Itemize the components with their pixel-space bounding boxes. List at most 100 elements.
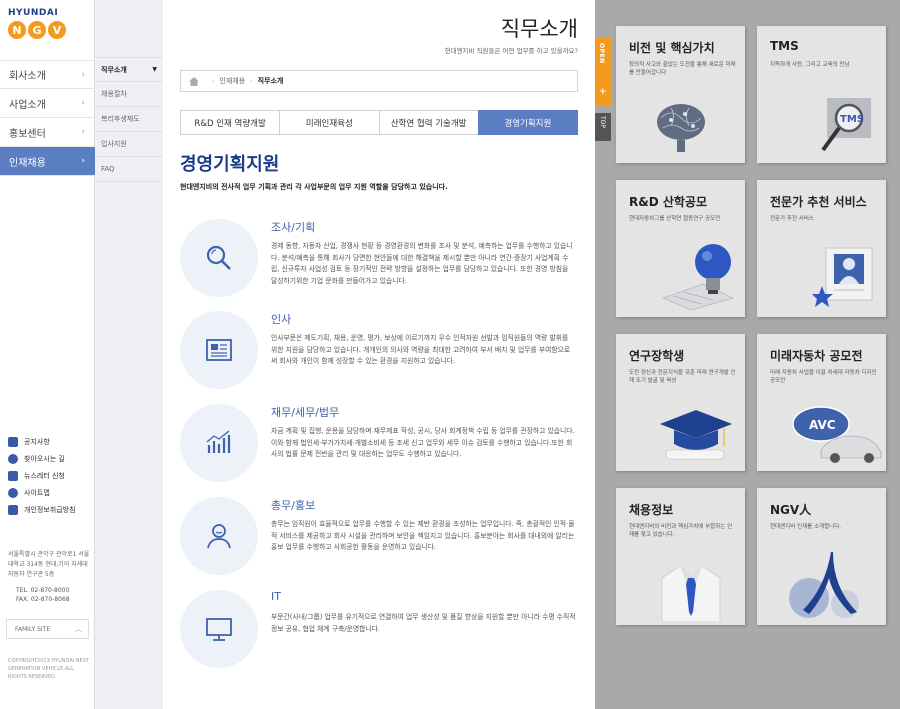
main-nav-item-recruit[interactable]: 인재채용 › <box>0 147 95 176</box>
main-nav-label: 인재채용 <box>9 157 46 169</box>
card-description: 도전 정신과 전문지식을 갖춘 미래 연구개발 인재 조기 발굴 및 육성 <box>629 370 736 384</box>
tab-management[interactable]: 경영기획지원 <box>477 110 578 135</box>
logo-letter: V <box>48 21 66 39</box>
duty-description: 총무는 임직원이 효율적으로 업무를 수행할 수 있는 제반 환경을 조성하는 … <box>271 520 575 551</box>
card-title: NGV人 <box>770 503 812 517</box>
card-title: TMS <box>770 39 799 53</box>
main-nav-item-company[interactable]: 회사소개 › <box>0 60 95 89</box>
sub-nav: 직무소개 ▼ 채용절차 복리후생제도 입사지원 FAQ <box>95 0 163 709</box>
breadcrumb-item[interactable]: 인재채용 <box>219 76 245 86</box>
duty-icon-circle <box>180 404 258 482</box>
card-recruit-info[interactable]: 채용정보 현대엔지비의 비전과 핵심가치에 부합하는 인재를 찾고 있습니다. <box>616 488 745 625</box>
tms-magnifier-icon: TMS <box>821 98 871 152</box>
tab-industry-academic[interactable]: 산학연 협력 기술개발 <box>378 110 478 135</box>
card-scholarship[interactable]: 연구장학생 도전 정신과 전문지식을 갖춘 미래 연구개발 인재 조기 발굴 및… <box>616 334 745 471</box>
card-description: 현대자동차그룹 산학연 협동연구 공모전 <box>629 216 721 222</box>
chevron-right-icon: › <box>81 98 85 108</box>
duty-description: 인사부문은 제도기획, 채용, 운영, 평가, 보상에 이르기까지 우수 인적자… <box>271 334 571 365</box>
quick-links: 공지사항 찾아오시는 길 뉴스레터 신청 사이트맵 개인정보취급방침 <box>8 433 90 518</box>
sitemap-icon <box>8 487 18 498</box>
card-tms[interactable]: TMS 지독하게 사랑, 그리고 교육의 만남 TMS <box>757 26 886 163</box>
logo-ngv: N G V <box>8 21 88 39</box>
tab-future-talent[interactable]: 미래인재육성 <box>279 110 379 135</box>
sub-nav-label: 복리후생제도 <box>101 115 140 123</box>
tel: TEL. 02-870-8000 <box>16 587 70 594</box>
quick-link-directions[interactable]: 찾아오시는 길 <box>8 450 90 467</box>
shirt-tie-icon <box>661 565 721 622</box>
sub-nav-item-process[interactable]: 채용절차 <box>95 82 163 107</box>
home-icon[interactable] <box>189 76 199 86</box>
breadcrumb-separator: › <box>212 77 215 85</box>
chart-icon <box>206 430 231 453</box>
logo-letter: N <box>8 21 26 39</box>
card-title: 비전 및 핵심가치 <box>629 41 715 55</box>
card-description: 현대엔지비의 비전과 핵심가치에 부합하는 인재를 찾고 있습니다. <box>629 524 733 538</box>
document-icon <box>8 504 18 515</box>
duty-item-hr: 인사 인사부문은 제도기획, 채용, 운영, 평가, 보상에 이르기까지 우수 … <box>180 311 580 401</box>
card-description: 현대엔지비 인재를 소개합니다. <box>770 524 842 530</box>
card-title: R&D 산학공모 <box>629 195 708 209</box>
family-site-select[interactable]: FAMILY SITE ︿ <box>6 619 89 639</box>
chevron-right-icon: › <box>81 156 85 166</box>
sub-nav-item-faq[interactable]: FAQ <box>95 157 163 182</box>
quick-link-sitemap[interactable]: 사이트맵 <box>8 484 90 501</box>
open-label: OPEN <box>598 43 605 64</box>
calendar-icon <box>8 436 18 447</box>
card-rnd-contest[interactable]: R&D 산학공모 현대자동차그룹 산학연 협동연구 공모전 <box>616 180 745 317</box>
svg-text:TMS: TMS <box>840 114 864 125</box>
family-site-label: FAMILY SITE <box>15 625 51 633</box>
tab-rnd[interactable]: R&D 인재 역량개발 <box>180 110 280 135</box>
card-description: 미래 자동차 사업을 이끌 차세대 자동차 디자인 공모전 <box>770 370 877 384</box>
copyright: COPYRIGHT2013 HYUNDAI NEXT GENERATION VE… <box>8 658 90 680</box>
top-label: TOP <box>599 116 606 129</box>
sub-nav-label: FAQ <box>101 165 115 173</box>
main-nav-item-pr[interactable]: 홍보센터 › <box>0 118 95 147</box>
sub-nav-label: 채용절차 <box>101 90 127 98</box>
sub-nav-item-job-intro[interactable]: 직무소개 ▼ <box>95 57 163 82</box>
page-title: 직무소개 <box>500 17 578 41</box>
breadcrumb: › 인재채용 › 직무소개 <box>180 70 578 92</box>
chevron-up-icon: ︿ <box>75 625 82 633</box>
quick-link-label: 뉴스레터 신청 <box>24 471 65 480</box>
card-ngv-people[interactable]: NGV人 현대엔지비 인재를 소개합니다. <box>757 488 886 625</box>
card-description: 지독하게 사랑, 그리고 교육의 만남 <box>770 62 850 68</box>
duty-title: 재무/세무/법무 <box>271 406 340 419</box>
monitor-icon <box>206 618 232 641</box>
duty-title: IT <box>271 590 281 603</box>
main-nav-label: 회사소개 <box>9 71 46 82</box>
open-panel-button[interactable]: OPEN + <box>595 37 611 105</box>
main-nav: 회사소개 › 사업소개 › 홍보센터 › 인재채용 › <box>0 60 95 176</box>
left-sidebar: HYUNDAI N G V 회사소개 › 사업소개 › 홍보센터 › 인재채용 … <box>0 0 95 709</box>
card-description: 전문가 추천 서비스 <box>770 216 814 222</box>
sub-nav-item-apply[interactable]: 입사지원 <box>95 132 163 157</box>
quick-link-newsletter[interactable]: 뉴스레터 신청 <box>8 467 90 484</box>
contact-info: TEL. 02-870-8000 FAX. 02-870-8068 <box>16 586 70 604</box>
card-future-car-contest[interactable]: 미래자동차 공모전 미래 자동차 사업을 이끌 차세대 자동차 디자인 공모전 … <box>757 334 886 471</box>
breadcrumb-separator: › <box>250 77 253 85</box>
card-title: 연구장학생 <box>629 349 685 363</box>
section-title: 경영기획지원 <box>180 154 280 175</box>
tab-bar: R&D 인재 역량개발 미래인재육성 산학연 협력 기술개발 경영기획지원 <box>180 110 578 135</box>
breadcrumb-current: 직무소개 <box>257 77 284 85</box>
duty-title: 총무/홍보 <box>271 499 316 512</box>
quick-link-privacy[interactable]: 개인정보취급방침 <box>8 501 90 518</box>
card-title: 채용정보 <box>629 503 674 517</box>
duty-icon-circle <box>180 497 258 575</box>
sub-nav-item-welfare[interactable]: 복리후생제도 <box>95 107 163 132</box>
duty-description: 경제 동향, 자동차 산업, 경쟁사 현황 등 경영환경의 변화를 조사 및 분… <box>271 242 573 285</box>
card-expert-recommend[interactable]: 전문가 추천 서비스 전문가 추천 서비스 <box>757 180 886 317</box>
logo[interactable]: HYUNDAI N G V <box>8 8 88 50</box>
avc-badge: AVC <box>809 418 836 432</box>
main-nav-item-business[interactable]: 사업소개 › <box>0 89 95 118</box>
quick-link-label: 공지사항 <box>24 437 50 446</box>
magnifier-icon <box>206 245 231 270</box>
location-icon <box>8 453 18 464</box>
quick-link-notice[interactable]: 공지사항 <box>8 433 90 450</box>
duty-icon-circle <box>180 590 258 668</box>
scroll-top-button[interactable]: TOP <box>595 113 611 141</box>
duty-description: 자금 계획 및 집행, 운용을 담당하며 재무제표 작성, 공시, 당사 회계정… <box>271 427 575 458</box>
quick-link-label: 찾아오시는 길 <box>24 454 65 463</box>
card-vision[interactable]: 비전 및 핵심가치 창의적 사고와 끝없는 도전을 통해 새로운 미래를 만들어… <box>616 26 745 163</box>
duty-description: 부문간(사내/그룹) 업무를 유기적으로 연결하여 업무 생산성 및 품질 향상… <box>271 613 576 633</box>
profile-card-icon <box>812 247 873 307</box>
